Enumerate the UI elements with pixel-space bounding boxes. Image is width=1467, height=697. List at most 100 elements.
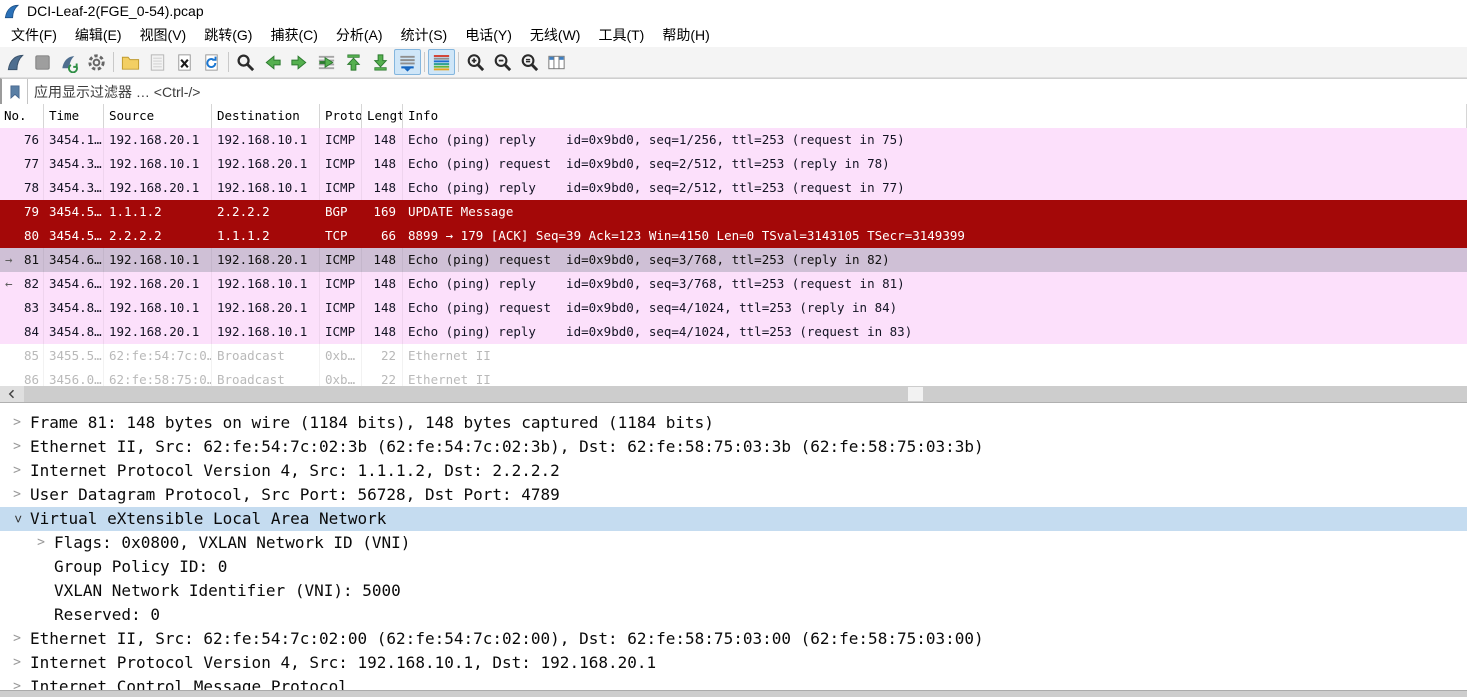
go-to-top-button[interactable] [340,49,367,75]
go-forward-icon [289,52,310,73]
column-header-source[interactable]: Source [104,104,212,128]
cell-proto: ICMP [320,272,362,296]
auto-scroll-button[interactable] [394,49,421,75]
menu-item[interactable]: 文件(F) [2,23,66,47]
menu-item[interactable]: 电话(Y) [456,23,521,47]
zoom-in-button[interactable] [462,49,489,75]
zoom-in-icon [465,52,486,73]
table-row[interactable]: 773454.3…192.168.10.1192.168.20.1ICMP148… [0,152,1467,176]
auto-scroll-icon [397,52,418,73]
find-packet-button[interactable] [232,49,259,75]
menu-item[interactable]: 无线(W) [521,23,590,47]
details-hscrollbar[interactable] [0,690,1467,697]
cell-dst: Broadcast [212,344,320,368]
detail-tree-item[interactable]: Group Policy ID: 0 [0,555,1467,579]
scroll-left-button[interactable] [0,386,24,402]
detail-item-label: Internet Protocol Version 4, Src: 1.1.1.… [30,459,560,483]
save-file-button[interactable] [144,49,171,75]
table-row[interactable]: 803454.5…2.2.2.21.1.1.2TCP668899 → 179 [… [0,224,1467,248]
detail-tree-item[interactable]: >Internet Protocol Version 4, Src: 192.1… [0,651,1467,675]
menu-item[interactable]: 分析(A) [327,23,392,47]
cell-info: Ethernet II [403,368,1467,386]
chevron-collapsed-icon[interactable]: > [10,411,24,435]
detail-tree-item[interactable]: Reserved: 0 [0,603,1467,627]
cell-dst: 192.168.10.1 [212,272,320,296]
resize-columns-button[interactable] [543,49,570,75]
stop-capture-button[interactable] [29,49,56,75]
packet-list-header[interactable]: No.TimeSourceDestinationProtocLengthInfo [0,104,1467,128]
chevron-collapsed-icon[interactable]: > [10,651,24,675]
detail-tree-item[interactable]: >Internet Protocol Version 4, Src: 1.1.1… [0,459,1467,483]
cell-len: 148 [362,128,403,152]
table-row[interactable]: 793454.5…1.1.1.22.2.2.2BGP169UPDATE Mess… [0,200,1467,224]
chevron-collapsed-icon[interactable]: > [10,483,24,507]
window-title: DCI-Leaf-2(FGE_0-54).pcap [27,3,204,19]
zoom-normal-button[interactable] [516,49,543,75]
table-row[interactable]: 833454.8…192.168.10.1192.168.20.1ICMP148… [0,296,1467,320]
column-header-destination[interactable]: Destination [212,104,320,128]
go-to-bottom-button[interactable] [367,49,394,75]
display-filter-input[interactable] [28,79,1467,104]
cell-time: 3454.1… [44,128,104,152]
colorize-button[interactable] [428,49,455,75]
detail-tree-item[interactable]: >Ethernet II, Src: 62:fe:54:7c:02:3b (62… [0,435,1467,459]
cell-info: UPDATE Message [403,200,1467,224]
table-row[interactable]: 81→3454.6…192.168.10.1192.168.20.1ICMP14… [0,248,1467,272]
cell-src: 192.168.10.1 [104,296,212,320]
menu-item[interactable]: 帮助(H) [653,23,718,47]
capture-options-icon [86,52,107,73]
detail-tree-item[interactable]: >Internet Control Message Protocol [0,675,1467,690]
cell-src: 192.168.20.1 [104,320,212,344]
detail-tree-item[interactable]: >Frame 81: 148 bytes on wire (1184 bits)… [0,411,1467,435]
table-row[interactable]: 763454.1…192.168.20.1192.168.10.1ICMP148… [0,128,1467,152]
go-to-packet-button[interactable] [313,49,340,75]
filter-bookmark-button[interactable] [2,79,28,104]
wireshark-window: DCI-Leaf-2(FGE_0-54).pcap 文件(F)编辑(E)视图(V… [0,0,1467,697]
chevron-collapsed-icon[interactable]: > [10,675,24,690]
cell-src: 192.168.20.1 [104,272,212,296]
menu-item[interactable]: 跳转(G) [195,23,261,47]
capture-options-button[interactable] [83,49,110,75]
column-header-time[interactable]: Time [44,104,104,128]
detail-tree-item[interactable]: >Flags: 0x0800, VXLAN Network ID (VNI) [0,531,1467,555]
go-forward-button[interactable] [286,49,313,75]
start-capture-button[interactable] [2,49,29,75]
menu-item[interactable]: 编辑(E) [66,23,131,47]
table-row[interactable]: 843454.8…192.168.20.1192.168.10.1ICMP148… [0,320,1467,344]
column-header-info[interactable]: Info [403,104,1467,128]
restart-capture-icon [59,52,80,73]
chevron-expanded-icon[interactable]: > [5,512,29,526]
chevron-collapsed-icon[interactable]: > [34,531,48,555]
cell-info: Echo (ping) reply id=0x9bd0, seq=1/256, … [403,128,1467,152]
column-header-length[interactable]: Length [362,104,403,128]
chevron-collapsed-icon[interactable]: > [10,627,24,651]
table-row[interactable]: 783454.3…192.168.20.1192.168.10.1ICMP148… [0,176,1467,200]
chevron-collapsed-icon[interactable]: > [10,435,24,459]
go-to-bottom-icon [370,52,391,73]
reload-file-button[interactable] [198,49,225,75]
go-back-button[interactable] [259,49,286,75]
cell-len: 66 [362,224,403,248]
close-file-button[interactable] [171,49,198,75]
menu-item[interactable]: 工具(T) [589,23,653,47]
hscrollbar-thumb[interactable] [908,387,923,401]
packet-list-hscrollbar[interactable] [0,386,1467,402]
menu-item[interactable]: 视图(V) [131,23,196,47]
chevron-collapsed-icon[interactable]: > [10,459,24,483]
restart-capture-button[interactable] [56,49,83,75]
column-header-protoc[interactable]: Protoc [320,104,362,128]
detail-tree-item[interactable]: >Ethernet II, Src: 62:fe:54:7c:02:00 (62… [0,627,1467,651]
detail-tree-item[interactable]: >User Datagram Protocol, Src Port: 56728… [0,483,1467,507]
table-row[interactable]: 863456.0…62:fe:58:75:0…Broadcast0xb…22Et… [0,368,1467,386]
table-row[interactable]: 853455.5…62:fe:54:7c:0…Broadcast0xb…22Et… [0,344,1467,368]
zoom-out-button[interactable] [489,49,516,75]
column-header-no[interactable]: No. [0,104,44,128]
cell-info: 8899 → 179 [ACK] Seq=39 Ack=123 Win=4150… [403,224,1467,248]
table-row[interactable]: 82←3454.6…192.168.20.1192.168.10.1ICMP14… [0,272,1467,296]
menu-item[interactable]: 捕获(C) [261,23,326,47]
open-file-button[interactable] [117,49,144,75]
detail-tree-item[interactable]: >Virtual eXtensible Local Area Network [0,507,1467,531]
cell-time: 3454.6… [44,272,104,296]
detail-tree-item[interactable]: VXLAN Network Identifier (VNI): 5000 [0,579,1467,603]
menu-item[interactable]: 统计(S) [392,23,457,47]
